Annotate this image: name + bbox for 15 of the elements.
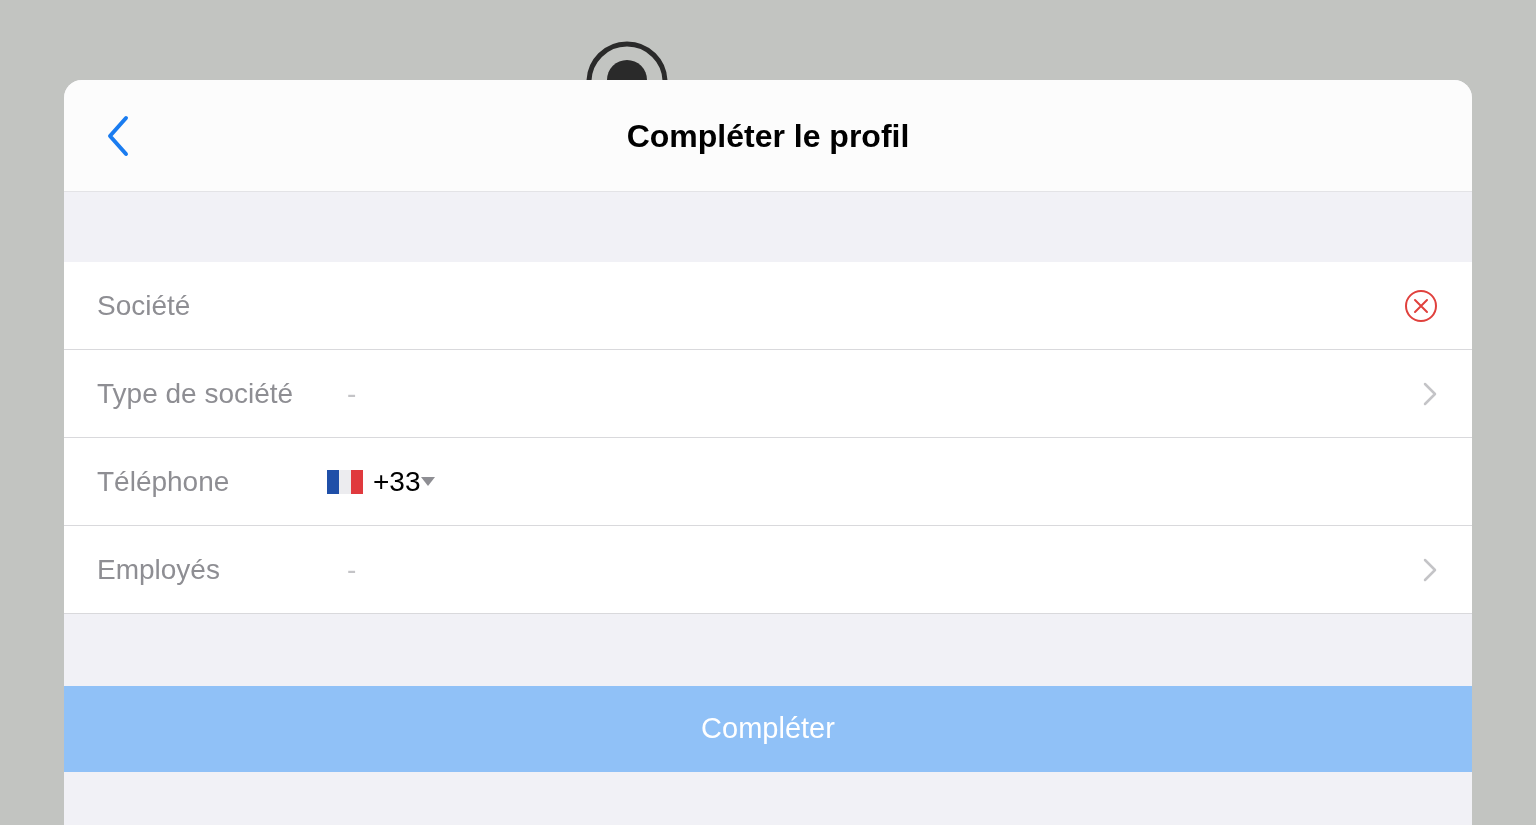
field-label: Téléphone: [97, 464, 231, 499]
chevron-right-icon: [1422, 380, 1438, 407]
field-label: Type de société: [97, 376, 295, 411]
flag-icon: [327, 469, 363, 494]
back-icon: [106, 115, 130, 157]
chevron-right-icon: [1422, 556, 1438, 583]
dropdown-caret-icon: [420, 477, 435, 486]
field-label: Employés: [97, 552, 221, 587]
picker-value: -: [347, 552, 357, 587]
country-code-picker[interactable]: +33: [327, 460, 435, 503]
clear-error-icon[interactable]: [1404, 288, 1438, 323]
dialog-title: Compléter le profil: [626, 116, 910, 156]
logo-icon: [585, 40, 669, 80]
field-label: Société: [97, 288, 192, 323]
picker-value: -: [347, 376, 357, 411]
